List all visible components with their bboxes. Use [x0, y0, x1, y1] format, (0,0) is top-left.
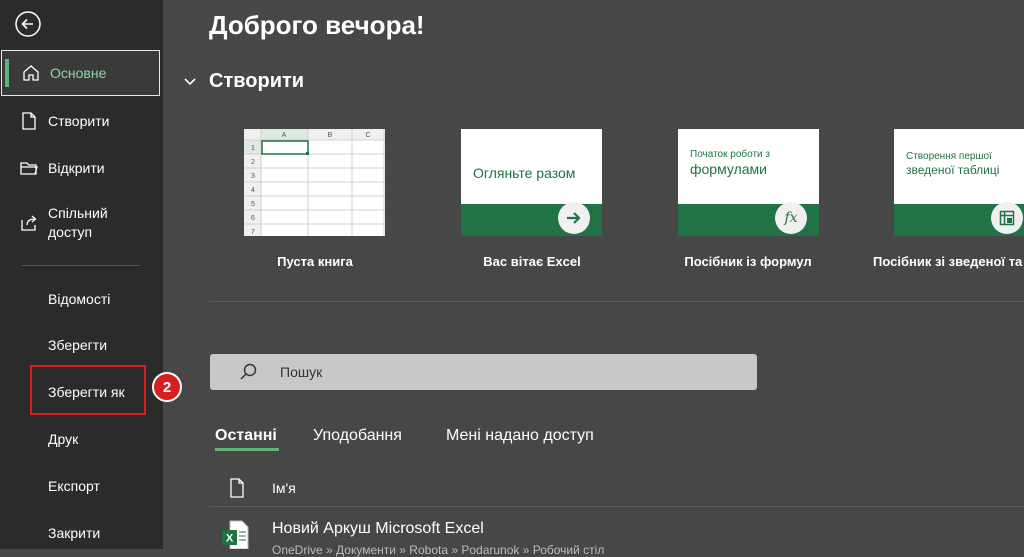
nav-home[interactable]: Основне [1, 50, 160, 96]
folder-icon [18, 157, 40, 179]
formulas-thumb-text-1: Початок роботи з [690, 149, 770, 160]
template-blank-label[interactable]: Пуста книга [220, 254, 410, 269]
create-section-title: Створити [209, 70, 305, 92]
nav-export[interactable]: Експорт [48, 478, 100, 494]
function-icon: fx [775, 202, 807, 234]
svg-text:A: A [282, 132, 287, 139]
sidebar-divider [22, 265, 140, 266]
formulas-thumb-text-2: формулами [690, 161, 767, 177]
svg-text:1: 1 [251, 145, 255, 152]
blank-grid-icon: A B C 1 2 3 4 5 6 7 [244, 129, 385, 236]
nav-share[interactable]: Спільний доступ [0, 204, 163, 244]
tab-recent[interactable]: Останні [215, 427, 277, 445]
welcome-thumb-text: Огляньте разом [473, 165, 576, 181]
nav-print[interactable]: Друк [48, 431, 78, 447]
chevron-down-icon[interactable] [183, 74, 197, 92]
section-divider [209, 301, 1024, 302]
template-formulas-label[interactable]: Посібник із формул [653, 254, 843, 269]
share-icon [18, 212, 40, 234]
greeting-title: Доброго вечора! [209, 10, 425, 40]
recent-file-path: OneDrive » Документи » Robota » Podaruno… [272, 543, 605, 557]
nav-open-label: Відкрити [48, 160, 105, 176]
nav-save[interactable]: Зберегти [48, 337, 107, 353]
svg-text:4: 4 [251, 187, 255, 194]
template-blank-thumbnail[interactable]: A B C 1 2 3 4 5 6 7 [244, 129, 385, 236]
step-badge: 2 [152, 372, 182, 402]
search-box[interactable]: Пошук [210, 354, 757, 390]
excel-file-icon: X [222, 520, 250, 550]
search-placeholder: Пошук [280, 364, 323, 380]
svg-text:2: 2 [251, 159, 255, 166]
tab-favorites[interactable]: Уподобання [313, 427, 402, 445]
template-pivot-label[interactable]: Посібник зі зведеної та [870, 254, 1024, 269]
nav-open[interactable]: Відкрити [0, 155, 163, 181]
pivot-thumb-text-1: Створення першої [906, 151, 992, 162]
arrow-right-icon [558, 202, 590, 234]
svg-text:C: C [365, 132, 370, 139]
svg-text:3: 3 [251, 173, 255, 180]
svg-text:X: X [226, 533, 234, 545]
home-icon [20, 62, 42, 84]
template-welcome-thumbnail[interactable]: Огляньте разом [461, 129, 602, 236]
nav-share-label: Спільний доступ [48, 205, 108, 240]
template-welcome-label[interactable]: Вас вітає Excel [437, 254, 627, 269]
nav-new-label: Створити [48, 113, 110, 129]
nav-home-label: Основне [50, 65, 107, 81]
recent-file-name[interactable]: Новий Аркуш Microsoft Excel [272, 520, 484, 538]
nav-close[interactable]: Закрити [48, 525, 100, 541]
tab-shared-with-me[interactable]: Мені надано доступ [446, 427, 594, 445]
save-as-highlight-box [30, 365, 146, 415]
column-header-name[interactable]: Ім'я [272, 480, 296, 496]
sidebar: Основне Створити Відкрити Спільний досту… [0, 0, 163, 549]
nav-new[interactable]: Створити [0, 108, 163, 134]
search-icon [238, 362, 258, 387]
template-pivot-thumbnail[interactable]: Створення першої зведеної таблиці [894, 129, 1024, 236]
tab-active-underline [215, 448, 279, 451]
pivot-table-icon [991, 202, 1023, 234]
new-file-icon [18, 110, 40, 132]
file-type-icon [229, 478, 245, 503]
svg-text:B: B [328, 132, 333, 139]
svg-text:7: 7 [251, 229, 255, 236]
svg-text:5: 5 [251, 201, 255, 208]
nav-info[interactable]: Відомості [48, 291, 110, 307]
back-arrow-icon[interactable] [14, 10, 42, 38]
selected-indicator [5, 59, 9, 87]
pivot-thumb-text-2: зведеної таблиці [906, 163, 1000, 177]
template-formulas-thumbnail[interactable]: Початок роботи з формулами fx [678, 129, 819, 236]
list-header-divider [209, 506, 1024, 507]
svg-text:6: 6 [251, 215, 255, 222]
